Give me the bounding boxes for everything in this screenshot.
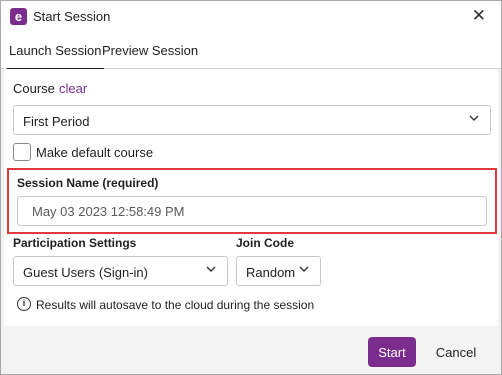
participation-select[interactable]: Guest Users (Sign-in) — [13, 256, 228, 286]
chevron-down-icon — [205, 263, 217, 278]
autosave-info-text: Results will autosave to the cloud durin… — [36, 298, 315, 312]
close-icon[interactable]: ✕ — [472, 6, 486, 26]
tab-preview-session[interactable]: Preview Session — [102, 33, 198, 69]
tab-bar: Launch Session Preview Session — [1, 33, 501, 70]
start-session-dialog: e Start Session ✕ Launch Session Preview… — [0, 0, 502, 375]
course-select-value: First Period — [23, 114, 90, 129]
session-name-label: Session Name (required) — [17, 176, 158, 190]
session-name-label-text: Session Name — [17, 176, 100, 190]
chevron-down-icon — [468, 112, 480, 127]
join-code-select[interactable]: Random — [236, 256, 321, 286]
title-bar: e Start Session ✕ — [1, 1, 501, 33]
course-label: Course — [13, 81, 55, 96]
join-code-label: Join Code — [236, 236, 295, 250]
info-icon: i — [17, 297, 31, 311]
session-name-required-note: (required) — [102, 176, 159, 190]
start-button[interactable]: Start — [368, 337, 416, 367]
make-default-checkbox[interactable] — [13, 143, 31, 161]
window-title: Start Session — [33, 9, 111, 24]
chevron-down-icon — [298, 263, 310, 278]
participation-select-value: Guest Users (Sign-in) — [23, 265, 148, 280]
tab-launch-session[interactable]: Launch Session — [7, 33, 104, 70]
app-logo-icon: e — [10, 8, 27, 25]
session-name-input[interactable] — [17, 196, 487, 226]
make-default-label: Make default course — [36, 145, 154, 160]
participation-settings-label: Participation Settings — [13, 236, 137, 250]
launch-session-panel: Course clear First Period Make default c… — [4, 69, 498, 326]
course-clear-link[interactable]: clear — [59, 81, 87, 96]
course-select[interactable]: First Period — [13, 105, 491, 135]
join-code-select-value: Random — [246, 265, 296, 280]
session-name-highlight: Session Name (required) — [7, 168, 497, 234]
cancel-button[interactable]: Cancel — [431, 337, 481, 367]
